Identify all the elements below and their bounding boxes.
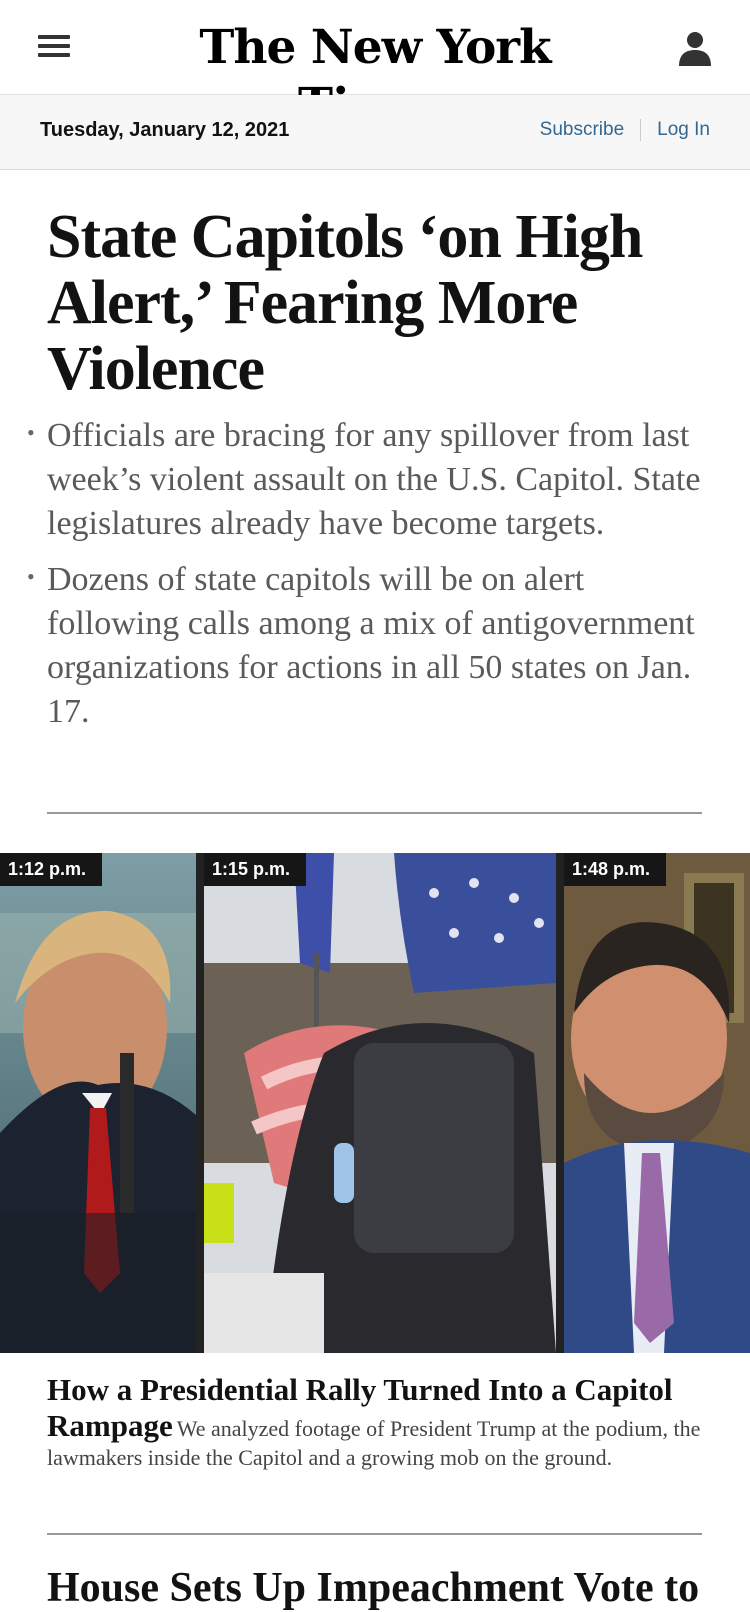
next-story-headline[interactable]: House Sets Up Impeachment Vote to (47, 1564, 727, 1612)
lawmaker-speaking-image (564, 853, 750, 1353)
lead-summary-list: Officials are bracing for any spillover … (27, 411, 707, 746)
crowd-with-flags-image (204, 853, 556, 1353)
timestamp-label: 1:48 p.m. (564, 853, 667, 886)
current-date: Tuesday, January 12, 2021 (40, 119, 290, 141)
user-account-icon[interactable] (678, 30, 712, 66)
lead-headline[interactable]: State Capitols ‘on High Alert,’ Fearing … (47, 204, 707, 402)
section-divider (47, 812, 702, 814)
link-divider (640, 119, 642, 141)
masthead: The New York Times (0, 0, 750, 133)
login-link[interactable]: Log In (657, 119, 710, 141)
rally-speaker-image (0, 853, 196, 1353)
date-bar: Tuesday, January 12, 2021 Subscribe Log … (0, 95, 750, 170)
hamburger-menu-icon[interactable] (38, 35, 70, 63)
subscribe-link[interactable]: Subscribe (540, 119, 625, 141)
timestamp-label: 1:12 p.m. (0, 853, 103, 886)
video-frame-3: 1:48 p.m. (564, 853, 750, 1353)
summary-bullet: Officials are bracing for any spillover … (27, 411, 707, 546)
video-frame-1: 1:12 p.m. (0, 853, 196, 1353)
section-divider (47, 1533, 702, 1535)
summary-bullet: Dozens of state capitols will be on aler… (27, 555, 707, 734)
video-feature-caption: How a Presidential Rally Turned Into a C… (47, 1372, 707, 1472)
account-links: Subscribe Log In (540, 119, 710, 141)
timestamp-label: 1:15 p.m. (204, 853, 307, 886)
video-frame-2: 1:15 p.m. (204, 853, 556, 1353)
video-feature-strip[interactable]: 1:12 p.m. 1:15 p.m. 1:48 p.m. (0, 853, 750, 1353)
